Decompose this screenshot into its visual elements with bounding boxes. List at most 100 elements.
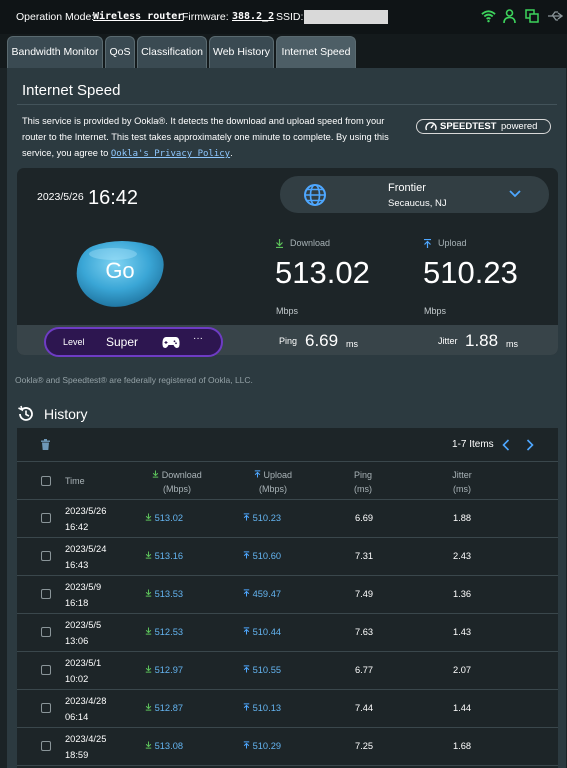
tab-bandwidth-monitor[interactable]: Bandwidth Monitor [7,36,103,68]
description-end: . [230,148,233,158]
row-jitter: 1.88 [453,513,472,523]
copy-icon[interactable] [525,9,539,23]
firmware-link[interactable]: 388.2_2 [232,11,274,22]
server-name: Frontier [388,182,426,194]
row-time: 2023/5/9 16:18 [65,579,101,611]
row-checkbox[interactable] [41,627,51,637]
go-label[interactable]: Go [73,258,167,284]
row-checkbox[interactable] [41,703,51,713]
upload-value: 510.23 [423,255,518,290]
row-upload: 510.44 [243,627,281,637]
table-row[interactable]: 2023/5/26 16:42 513.02 510.23 6.69 1.88 [17,500,558,538]
row-jitter: 1.36 [453,589,472,599]
chevron-down-icon[interactable] [509,190,521,198]
upload-arrow-icon [243,627,250,635]
column-time: Time [65,476,85,486]
row-ping: 6.77 [355,665,374,675]
firmware-label: Firmware: [182,11,229,23]
ping-unit: ms [346,339,358,349]
title-divider [17,104,557,105]
row-jitter: 2.43 [453,551,472,561]
row-date: 2023/5/1 [65,658,102,668]
upload-arrow-icon [254,470,261,478]
row-download: 512.97 [145,665,183,675]
row-download: 513.08 [145,741,183,751]
row-upload: 510.29 [243,741,281,751]
ping-label: Ping [279,336,298,346]
globe-icon [304,184,326,206]
table-row[interactable]: 2023/5/1 10:02 512.97 510.55 6.77 2.07 [17,652,558,690]
tab-qos[interactable]: QoS [105,36,135,68]
speedtest-label: SPEEDTEST [440,121,497,132]
history-title: History [44,406,88,422]
usb-icon[interactable] [547,9,563,23]
row-clock: 18:59 [65,750,89,760]
server-selector[interactable]: Frontier Secaucus, NJ [280,176,549,213]
speedtest-powered-badge[interactable]: SPEEDTEST powered [416,119,551,134]
operation-mode-link[interactable]: Wireless router [93,11,183,22]
column-jitter: Jitter (ms) [445,468,479,496]
level-badge[interactable]: Level Super ··· [44,327,223,357]
items-count: 1-7 Items [452,439,494,450]
column-download-label: Download [161,470,202,480]
user-icon[interactable] [503,9,516,24]
tab-internet-speed[interactable]: Internet Speed [276,36,356,69]
wifi-icon[interactable] [481,9,496,23]
trash-icon[interactable] [41,439,50,450]
row-download-value: 512.87 [154,703,184,713]
download-arrow-icon [152,470,159,478]
row-upload-value: 510.23 [252,513,282,523]
chevron-left-icon[interactable] [502,439,510,451]
row-time: 2023/5/5 13:06 [65,617,101,649]
row-download-value: 513.16 [154,551,184,561]
table-row[interactable]: 2023/4/25 18:59 513.08 510.29 7.25 1.68 [17,728,558,766]
row-clock: 10:02 [65,674,89,684]
column-jitter-label: Jitter [452,470,472,480]
chevron-right-icon[interactable] [526,439,534,451]
select-all-checkbox[interactable] [41,476,51,486]
ookla-trademark-note: Ookla® and Speedtest® are federally regi… [15,375,253,385]
download-arrow-icon [145,741,152,749]
row-ping: 6.69 [355,513,374,523]
test-date: 2023/5/26 [37,191,84,203]
row-checkbox[interactable] [41,665,51,675]
upload-arrow-icon [243,665,250,673]
row-upload-value: 510.29 [252,741,282,751]
row-date: 2023/5/26 [65,506,107,516]
level-label: Level [63,337,85,347]
download-label: Download [290,238,331,248]
column-ping: Ping (ms) [348,468,378,496]
privacy-policy-link[interactable]: Ookla's Privacy Policy [111,149,230,159]
table-row[interactable]: 2023/4/28 06:14 512.87 510.13 7.44 1.44 [17,690,558,728]
row-checkbox[interactable] [41,589,51,599]
row-download: 513.16 [145,551,183,561]
powered-label: powered [501,121,538,132]
row-upload: 459.47 [243,589,281,599]
table-row[interactable]: 2023/5/5 13:06 512.53 510.44 7.63 1.43 [17,614,558,652]
column-upload-unit: (Mbps) [258,484,287,494]
service-description: This service is provided by Ookla®. It d… [22,113,407,162]
table-row[interactable]: 2023/5/9 16:18 513.53 459.47 7.49 1.36 [17,576,558,614]
row-jitter: 1.44 [453,703,472,713]
test-time: 16:42 [88,187,139,209]
level-more[interactable]: ··· [193,333,203,344]
row-checkbox[interactable] [41,741,51,751]
speed-test-card: 2023/5/26 16:42 Frontier Secaucus, NJ Go… [17,168,558,357]
column-ping-unit: (ms) [354,484,372,494]
row-time: 2023/4/28 06:14 [65,693,106,725]
jitter-label: Jitter [438,336,458,346]
column-download: Download (Mbps) [137,468,217,496]
row-ping: 7.31 [355,551,374,561]
row-ping: 7.63 [355,627,374,637]
ssid-value-redacted [304,10,388,24]
download-arrow-icon [276,239,283,248]
row-upload-value: 510.13 [252,703,282,713]
row-checkbox[interactable] [41,551,51,561]
table-row[interactable]: 2023/5/24 16:43 513.16 510.60 7.31 2.43 [17,538,558,576]
row-checkbox[interactable] [41,513,51,523]
tab-classification[interactable]: Classification [137,36,207,68]
row-download: 512.53 [145,627,183,637]
result-bar: Level Super ··· Ping 6.69 ms Jitter 1.88… [17,325,558,357]
row-date: 2023/5/24 [65,544,107,554]
tab-web-history[interactable]: Web History [209,36,274,68]
